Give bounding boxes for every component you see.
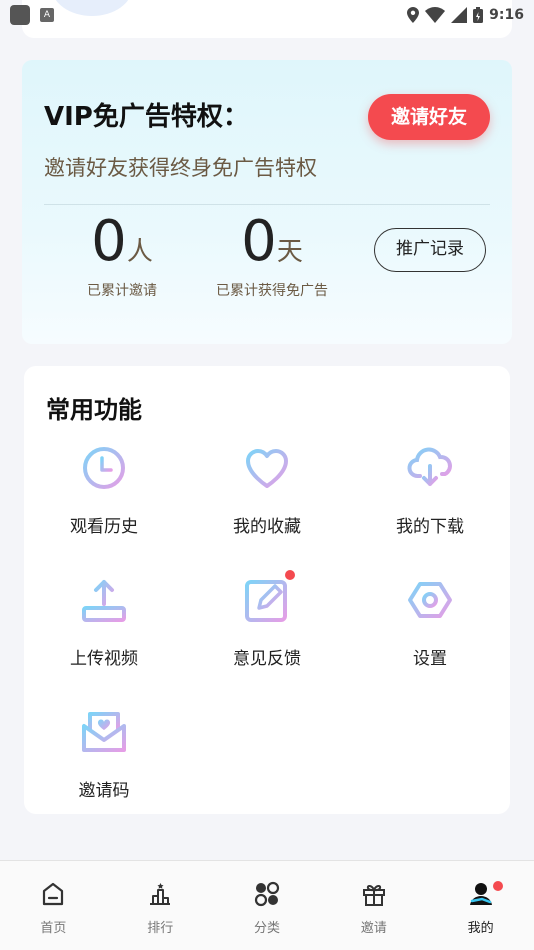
invited-unit: 人 — [126, 237, 153, 267]
invited-count: 0 — [91, 209, 127, 274]
status-bar: A 9:16 — [0, 0, 534, 30]
ranking-icon — [147, 881, 173, 907]
profile-icon — [468, 881, 494, 907]
upload-video-item[interactable]: 上传视频 — [24, 576, 184, 669]
watch-history-label: 观看历史 — [70, 517, 138, 537]
category-icon — [254, 881, 280, 907]
invited-stat: 0人 已累计邀请 — [62, 210, 182, 300]
profile-notification-dot — [493, 881, 504, 891]
nav-profile[interactable]: 我的 — [427, 861, 534, 950]
invite-friends-button[interactable]: 邀请好友 — [368, 94, 490, 140]
watch-history-item[interactable]: 观看历史 — [24, 444, 184, 537]
invited-label: 已累计邀请 — [87, 283, 157, 299]
nav-category[interactable]: 分类 — [214, 861, 321, 950]
home-icon — [40, 881, 66, 907]
nav-ranking-label: 排行 — [147, 921, 174, 936]
invite-code-label: 邀请码 — [78, 781, 130, 801]
location-icon — [407, 7, 420, 23]
clock-time: 9:16 — [489, 7, 524, 23]
nav-home[interactable]: 首页 — [0, 861, 107, 950]
common-functions-card: 常用功能 观看历史 我的收藏 我的下载 上传视频 意见反馈 设置 邀请码 — [24, 366, 510, 814]
days-label: 已累计获得免广告 — [216, 283, 328, 299]
ad-free-days-stat: 0天 已累计获得免广告 — [202, 210, 342, 300]
edit-feedback-icon — [243, 570, 295, 624]
functions-title: 常用功能 — [46, 396, 142, 424]
vip-title: VIP免广告特权： — [44, 102, 249, 132]
gift-icon — [361, 881, 387, 907]
favorites-item[interactable]: 我的收藏 — [187, 444, 347, 537]
signal-icon — [451, 7, 468, 23]
settings-item[interactable]: 设置 — [350, 576, 510, 669]
nav-category-label: 分类 — [253, 921, 280, 936]
hexagon-settings-icon — [406, 576, 454, 624]
notification-app-icon — [10, 5, 30, 25]
settings-label: 设置 — [413, 649, 447, 669]
promotion-record-button[interactable]: 推广记录 — [374, 228, 486, 272]
feedback-label: 意见反馈 — [233, 649, 301, 669]
nav-invite-label: 邀请 — [360, 921, 387, 936]
heart-icon — [243, 444, 291, 492]
upload-video-label: 上传视频 — [70, 649, 138, 669]
vip-divider — [44, 204, 490, 205]
envelope-heart-icon — [80, 708, 128, 756]
notification-a-icon: A — [40, 8, 54, 22]
battery-icon — [473, 7, 484, 23]
days-unit: 天 — [276, 237, 303, 267]
vip-card: VIP免广告特权： 邀请好友 邀请好友获得终身免广告特权 0人 已累计邀请 0天… — [22, 60, 512, 344]
feedback-item[interactable]: 意见反馈 — [187, 570, 347, 669]
bottom-nav: 首页 排行 分类 邀请 我的 — [0, 860, 534, 950]
cloud-download-icon — [406, 444, 454, 492]
nav-home-label: 首页 — [40, 921, 67, 936]
downloads-item[interactable]: 我的下载 — [350, 444, 510, 537]
favorites-label: 我的收藏 — [233, 517, 301, 537]
nav-profile-label: 我的 — [467, 921, 494, 936]
status-bar-left: A — [10, 5, 54, 25]
downloads-label: 我的下载 — [396, 517, 464, 537]
days-count: 0 — [241, 209, 277, 274]
status-bar-right: 9:16 — [407, 7, 524, 23]
wifi-icon — [425, 7, 446, 23]
invite-code-item[interactable]: 邀请码 — [24, 708, 184, 801]
nav-invite[interactable]: 邀请 — [320, 861, 427, 950]
upload-icon — [80, 576, 128, 624]
vip-subtitle: 邀请好友获得终身免广告特权 — [44, 156, 317, 180]
feedback-unread-dot — [285, 570, 295, 580]
nav-ranking[interactable]: 排行 — [107, 861, 214, 950]
clock-icon — [80, 444, 128, 492]
